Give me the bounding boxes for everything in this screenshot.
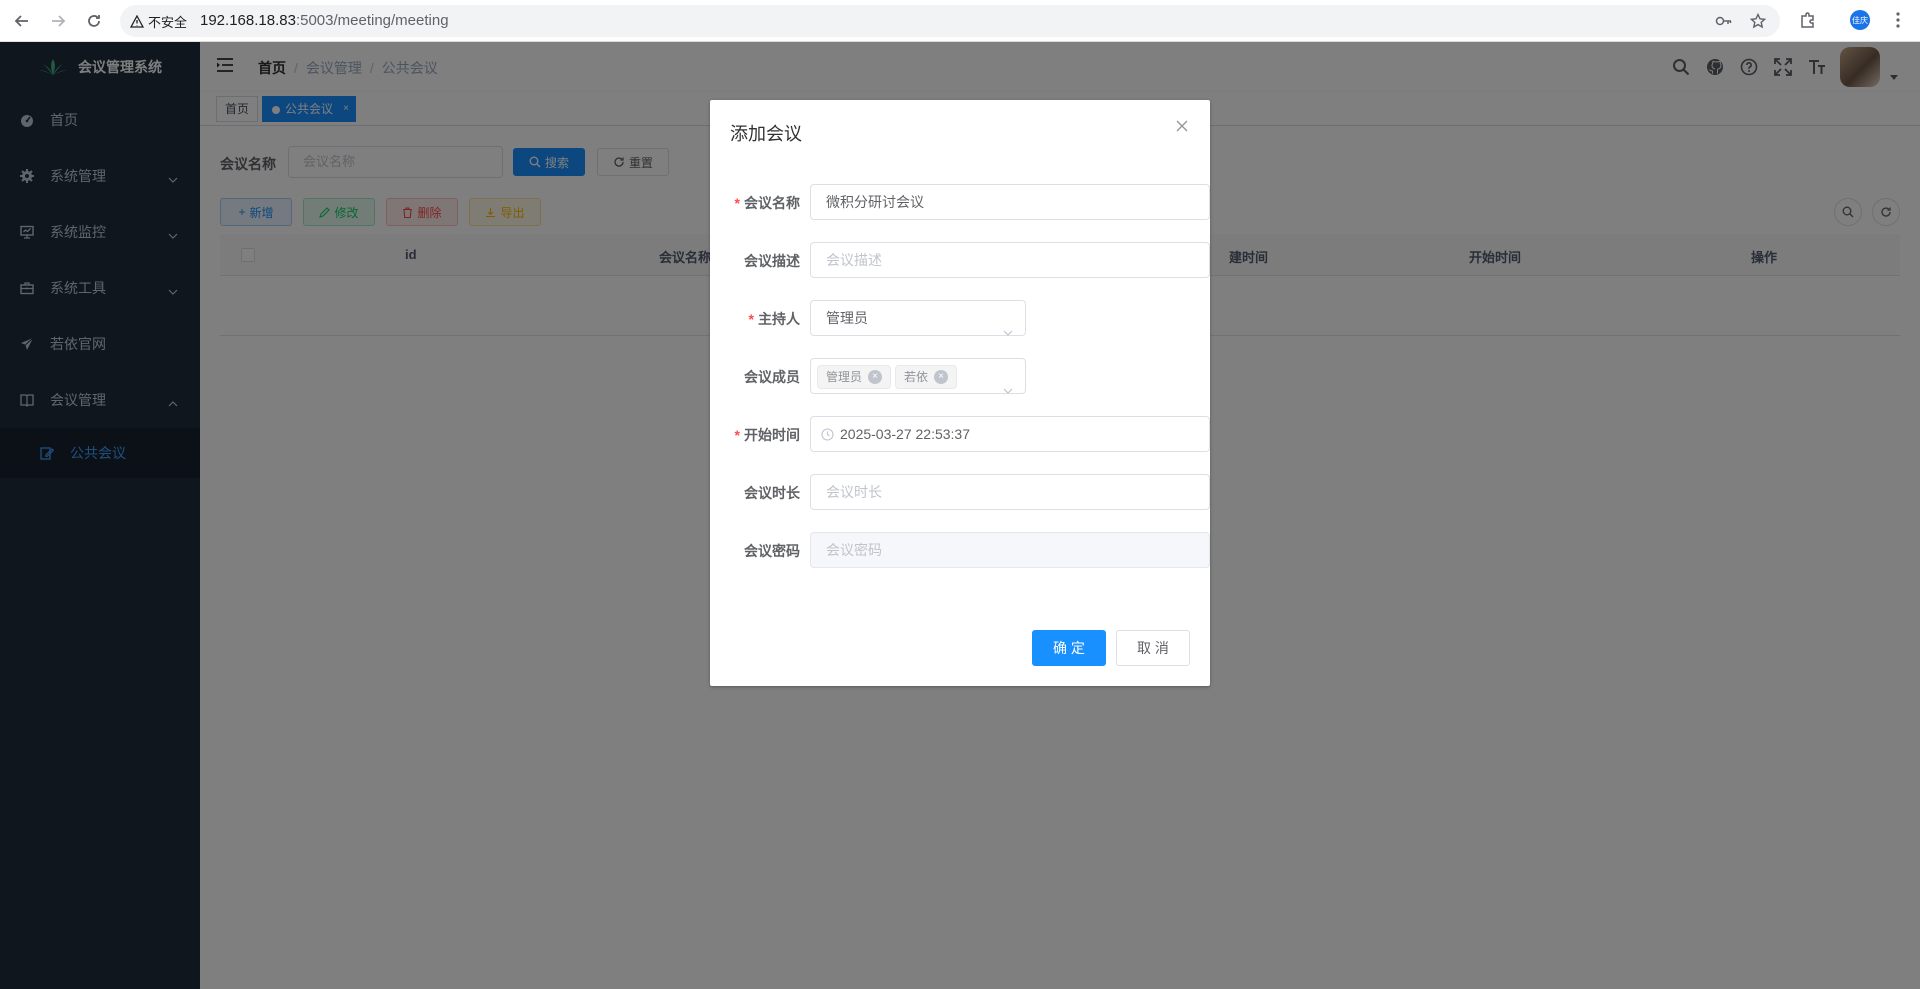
url-text: 192.168.18.83:5003/meeting/meeting [200, 12, 449, 29]
required-mark: * [748, 311, 754, 327]
profile-button[interactable]: 佳庆 [1848, 8, 1872, 32]
chevron-down-icon [1003, 372, 1013, 406]
close-icon[interactable]: × [868, 370, 883, 385]
back-button[interactable] [8, 7, 36, 35]
required-mark: * [734, 427, 740, 443]
profile-avatar: 佳庆 [1850, 10, 1870, 30]
chevron-down-icon [1003, 314, 1013, 348]
duration-input[interactable]: 会议时长 [810, 474, 1210, 510]
label-text: 主持人 [758, 311, 800, 327]
form-label-desc: 会议描述 [744, 253, 800, 269]
required-mark: * [734, 195, 740, 211]
reload-button[interactable] [80, 7, 108, 35]
password-input: 会议密码 [810, 532, 1210, 568]
browser-toolbar: 不安全 192.168.18.83:5003/meeting/meeting 佳… [0, 0, 1920, 42]
url-host: 192.168.18.83 [200, 12, 296, 29]
member-tag: 管理员 × [817, 365, 892, 390]
forward-button[interactable] [44, 7, 72, 35]
meeting-desc-input[interactable]: 会议描述 [810, 242, 1210, 278]
member-tag-label: 若依 [904, 370, 929, 385]
form-row-start: * 开始时间 2025-03-27 22:53:37 [710, 416, 1210, 452]
member-tag-label: 管理员 [826, 370, 863, 385]
address-bar[interactable]: 不安全 192.168.18.83:5003/meeting/meeting [120, 5, 1780, 37]
form-row-host: * 主持人 管理员 [710, 300, 1210, 336]
confirm-button[interactable]: 确 定 [1032, 630, 1106, 666]
form-label-members: 会议成员 [744, 369, 800, 385]
close-icon[interactable] [1174, 118, 1190, 134]
form-row-password: 会议密码 会议密码 [710, 532, 1210, 568]
reload-icon [88, 15, 100, 27]
member-tag: 若依 × [895, 365, 958, 390]
arrow-left-icon [14, 15, 28, 27]
clock-icon [821, 427, 834, 441]
security-indicator[interactable]: 不安全 [130, 12, 187, 31]
form-row-members: 会议成员 管理员 × 若依 × [710, 358, 1210, 394]
host-select[interactable]: 管理员 [810, 300, 1026, 336]
host-select-value: 管理员 [826, 310, 868, 326]
bookmark-star-icon[interactable] [1748, 11, 1768, 31]
security-label: 不安全 [148, 15, 188, 30]
chrome-menu-icon[interactable] [1886, 8, 1910, 32]
arrow-right-icon [52, 15, 66, 27]
dialog-title: 添加会议 [730, 124, 802, 144]
cancel-button[interactable]: 取 消 [1116, 630, 1190, 666]
start-time-picker[interactable]: 2025-03-27 22:53:37 [810, 416, 1210, 452]
close-icon[interactable]: × [934, 370, 949, 385]
password-key-icon[interactable] [1714, 11, 1734, 31]
form-label-host: * 主持人 [749, 309, 800, 329]
add-meeting-dialog: 添加会议 * 会议名称 微积分研讨会议 会议描述 会议描述 * 主持人 管理员 会议… [710, 100, 1210, 686]
members-select[interactable]: 管理员 × 若依 × [810, 358, 1026, 394]
form-row-name: * 会议名称 微积分研讨会议 [710, 184, 1210, 220]
label-text: 开始时间 [744, 427, 800, 443]
form-label-start: * 开始时间 [735, 425, 800, 445]
form-row-duration: 会议时长 会议时长 [710, 474, 1210, 510]
form-label-password: 会议密码 [744, 543, 800, 559]
extensions-icon[interactable] [1796, 8, 1820, 32]
url-path: :5003/meeting/meeting [295, 12, 449, 29]
label-text: 会议名称 [744, 195, 800, 211]
form-label-name: * 会议名称 [735, 193, 800, 213]
warning-icon [130, 14, 144, 28]
form-label-duration: 会议时长 [744, 485, 800, 501]
meeting-name-input[interactable]: 微积分研讨会议 [810, 184, 1210, 220]
form-row-desc: 会议描述 会议描述 [710, 242, 1210, 278]
start-time-value: 2025-03-27 22:53:37 [840, 426, 970, 442]
